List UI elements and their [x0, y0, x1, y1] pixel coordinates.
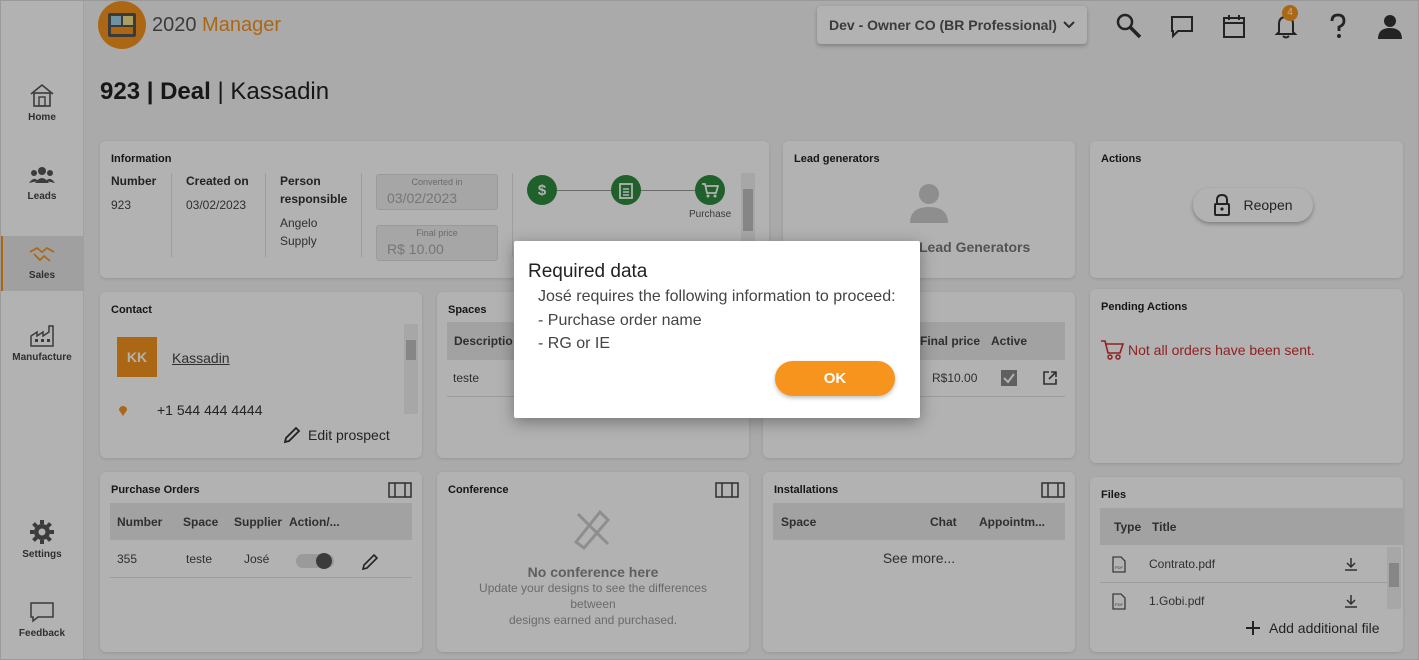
ok-button[interactable]: OK: [775, 361, 895, 396]
dialog-list-item: - Purchase order name: [538, 312, 702, 329]
required-data-dialog: Required data José requires the followin…: [514, 241, 920, 418]
dialog-list-item: - RG or IE: [538, 335, 611, 352]
dialog-title: Required data: [528, 261, 648, 282]
dialog-message: José requires the following information …: [538, 288, 896, 305]
